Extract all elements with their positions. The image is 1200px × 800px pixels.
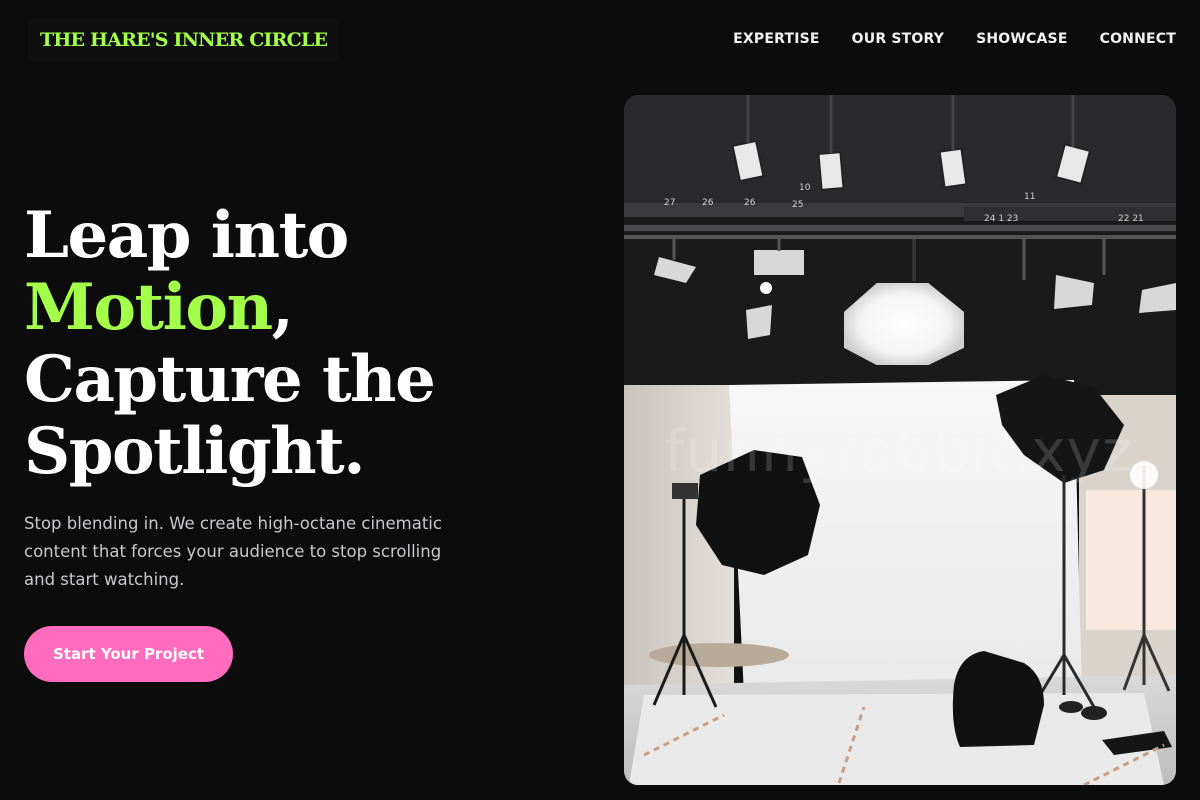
start-project-button[interactable]: Start Your Project [24,626,233,682]
headline-line-1: Leap into [24,198,349,273]
headline-line-2: Motion, [24,272,544,344]
main-nav: EXPERTISE OUR STORY SHOWCASE CONNECT [733,28,1176,50]
svg-text:11: 11 [1024,192,1035,202]
svg-text:25: 25 [792,200,803,210]
svg-text:10: 10 [799,183,811,193]
svg-text:22 21: 22 21 [1118,214,1144,224]
svg-text:24 1 23: 24 1 23 [984,214,1018,224]
brand-logo[interactable]: THE HARE'S INNER CIRCLE [28,18,340,62]
headline-line-4: Spotlight. [24,414,365,489]
nav-item-our-story[interactable]: OUR STORY [852,28,944,50]
svg-text:26: 26 [702,198,714,208]
hero-headline: Leap into Motion, Capture the Spotlight. [24,200,544,488]
nav-item-connect[interactable]: CONNECT [1100,28,1176,50]
svg-text:27: 27 [664,198,675,208]
headline-line-3: Capture the [24,342,436,417]
headline-accent-suffix: , [271,270,294,345]
nav-item-showcase[interactable]: SHOWCASE [976,28,1068,50]
headline-accent-word: Motion [24,270,273,345]
hero-subtext: Stop blending in. We create high-octane … [24,514,442,589]
hero-image: 27 26 26 25 10 24 1 23 11 22 21 [624,95,1176,785]
nav-item-expertise[interactable]: EXPERTISE [733,28,820,50]
svg-text:26: 26 [744,198,756,208]
